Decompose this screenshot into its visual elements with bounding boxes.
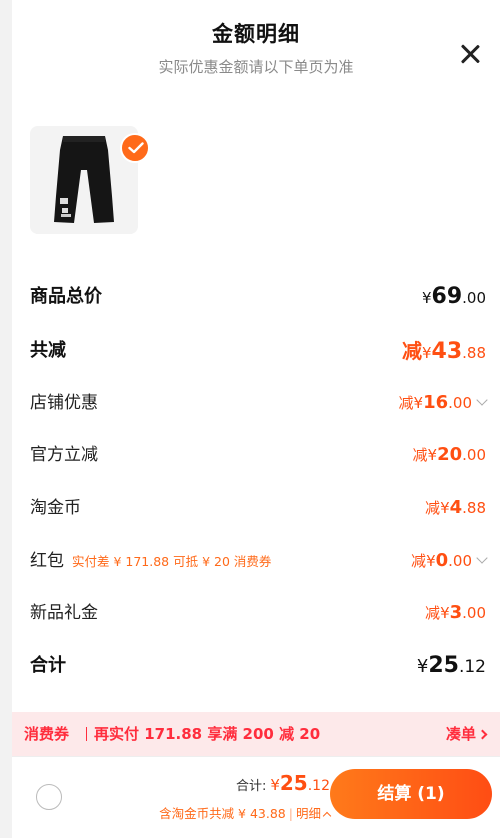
amount-integer: 3 [449,602,463,623]
currency: ¥ [421,344,432,362]
coupon-tag: 消费券 [24,725,70,743]
red-packet-hint: 实付差 ¥ 171.88 可抵 ¥ 20 消费券 [72,554,272,569]
amount-decimal: .88 [462,344,486,362]
currency: ¥ [413,394,424,412]
footer-sub-line: 含淘金币共减 ¥ 43.88 | 明细 [159,803,332,822]
chevron-right-icon[interactable] [477,729,488,740]
amount-decimal: .88 [462,499,486,517]
footer-currency: ¥ [270,776,280,794]
amount-integer: 69 [431,284,463,309]
taojinbi-value: 减¥4.88 [425,493,486,523]
footer-amount-integer: 25 [279,771,308,795]
official-discount-value: 减¥20.00 [413,440,486,470]
amount-integer: 16 [423,392,449,413]
currency: ¥ [427,446,438,464]
row-red-packet[interactable]: 红包 实付差 ¥ 171.88 可抵 ¥ 20 消费券 减¥0.00 [30,546,488,577]
footer-amount-decimal: .12 [307,778,330,794]
red-packet-value: 减¥0.00 [411,546,488,576]
row-taojinbi: 淘金币 减¥4.88 [30,493,486,523]
official-discount-label: 官方立减 [30,445,98,465]
checkout-button[interactable]: 结算 (1) [330,769,492,819]
chevron-down-icon[interactable] [476,394,488,406]
currency: ¥ [421,289,432,307]
amount-integer: 4 [449,497,463,518]
new-gift-label: 新品礼金 [30,603,98,623]
currency: ¥ [440,499,450,517]
amount-integer: 20 [437,444,463,465]
currency: ¥ [426,552,436,570]
footer-divider: | [288,806,293,821]
detail-link[interactable]: 明细 [296,806,321,821]
subtotal-value: ¥25.12 [417,651,486,682]
amount-detail-sheet: 金额明细 实际优惠金额请以下单页为准 商品总价 ¥69.00 共减 减¥43.8… [12,0,500,838]
discount-prefix: 减 [398,394,414,412]
footer-total-label: 合计: [235,779,267,794]
discount-prefix: 减 [412,446,428,464]
total-discount-value: 减¥43.88 [402,336,486,368]
amount-integer: 0 [435,550,449,571]
amount-decimal: .12 [458,657,486,677]
chevron-up-icon[interactable] [322,811,332,821]
store-discount-label: 店铺优惠 [30,393,98,413]
taojinbi-label: 淘金币 [30,498,81,518]
footer-discount-summary: 含淘金币共减 ¥ 43.88 [159,806,286,821]
row-new-gift: 新品礼金 减¥3.00 [30,598,486,628]
sheet-subtitle: 实际优惠金额请以下单页为准 [158,58,354,76]
select-all-radio[interactable] [36,784,62,810]
checkout-footer: 合计: ¥25.12 含淘金币共减 ¥ 43.88 | 明细 结算 (1) [12,756,500,838]
new-gift-value: 减¥3.00 [425,598,486,628]
close-icon[interactable] [460,44,480,64]
subtotal-label: 合计 [30,655,66,676]
amount-decimal: .00 [448,552,472,570]
amount-decimal: .00 [448,394,472,412]
amount-integer: 25 [428,653,459,678]
row-store-discount[interactable]: 店铺优惠 减¥16.00 [30,388,488,418]
currency: ¥ [416,656,429,677]
currency: ¥ [440,604,450,622]
total-price-label: 商品总价 [30,286,102,307]
add-items-link[interactable]: 凑单 [446,712,488,756]
row-subtotal: 合计 ¥25.12 [30,651,486,681]
amount-integer: 43 [431,339,463,364]
add-items-label[interactable]: 凑单 [446,725,476,743]
footer-total: 合计: ¥25.12 [236,771,330,795]
amount-decimal: .00 [462,604,486,622]
row-official-discount: 官方立减 减¥20.00 [30,440,486,470]
sheet-title: 金额明细 [212,22,300,46]
discount-prefix: 减 [425,604,441,622]
sheet-header: 金额明细 实际优惠金额请以下单页为准 [12,18,500,77]
row-total-price: 商品总价 ¥69.00 [30,282,486,312]
amount-decimal: .00 [462,289,486,307]
total-discount-label: 共减 [30,340,66,361]
amount-decimal: .00 [462,446,486,464]
coupon-bar: 消费券 再实付 171.88 享满 200 减 20 凑单 [12,712,500,756]
coupon-divider [86,727,87,741]
red-packet-title: 红包 [30,551,64,571]
selected-check-icon[interactable] [120,133,150,163]
discount-prefix: 减 [411,552,427,570]
red-packet-label: 红包 实付差 ¥ 171.88 可抵 ¥ 20 消费券 [30,546,271,577]
discount-prefix: 减 [425,499,441,517]
total-price-value: ¥69.00 [422,282,486,313]
chevron-down-icon[interactable] [476,552,488,564]
row-total-discount: 共减 减¥43.88 [30,336,486,366]
discount-prefix: 减 [401,339,422,363]
store-discount-value: 减¥16.00 [398,388,488,418]
coupon-text: 再实付 171.88 享满 200 减 20 [94,725,321,743]
